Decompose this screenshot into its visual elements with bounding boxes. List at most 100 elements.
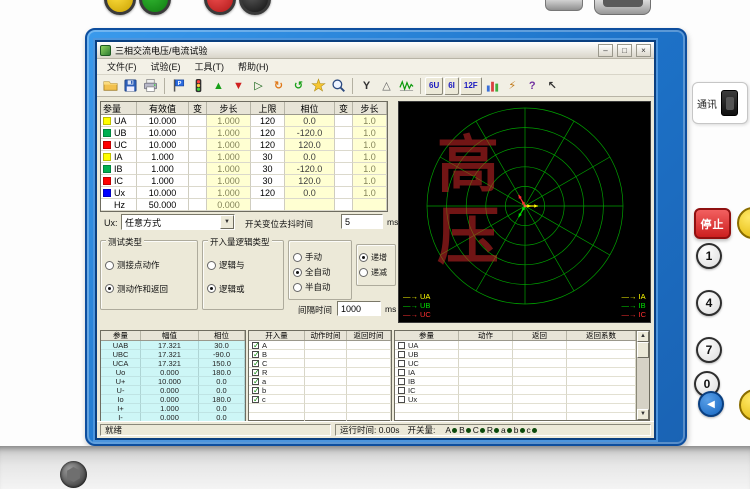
di-checkbox[interactable]: ✓ (252, 396, 259, 403)
radio-option[interactable]: 测动作和返回 (105, 283, 193, 295)
var-flag-cell[interactable] (335, 115, 353, 127)
phase-value-cell[interactable]: 0.0 (285, 115, 335, 127)
print-icon[interactable] (141, 77, 160, 95)
action-checkbox[interactable] (398, 396, 405, 403)
var-flag-cell[interactable] (189, 187, 207, 199)
step-value-cell[interactable]: 1.000 (207, 187, 251, 199)
di-checkbox[interactable]: ✓ (252, 351, 259, 358)
step-value-cell[interactable]: 1.000 (207, 151, 251, 163)
save-icon[interactable] (121, 77, 140, 95)
terminal-button-yellow[interactable] (104, 0, 136, 15)
limit-value-cell[interactable]: 120 (251, 187, 285, 199)
step-value-cell[interactable]: 1.000 (207, 139, 251, 151)
menu-item[interactable]: 试验(E) (144, 59, 188, 75)
step-up-icon[interactable]: ▲ (209, 77, 228, 95)
action-checkbox[interactable] (398, 378, 405, 385)
var-flag-cell[interactable] (189, 163, 207, 175)
vector-triangle-icon[interactable]: △ (377, 77, 396, 95)
limit-value-cell[interactable]: 120 (251, 127, 285, 139)
context-help-icon[interactable]: ↖ (543, 77, 562, 95)
var-flag-cell[interactable] (335, 127, 353, 139)
open-icon[interactable] (101, 77, 120, 95)
rms-value-cell[interactable]: 1.000 (137, 163, 189, 175)
keypad-button-4[interactable]: 4 (696, 290, 722, 316)
radio-option[interactable]: 逻辑与 (207, 259, 279, 271)
backspace-key[interactable]: ◀ (698, 391, 724, 417)
chevron-down-icon[interactable]: ▼ (220, 215, 234, 229)
var-flag-cell[interactable] (335, 151, 353, 163)
scrollbar-thumb[interactable] (637, 342, 649, 358)
terminal-button-red[interactable] (204, 0, 236, 15)
zoom-icon[interactable] (329, 77, 348, 95)
action-checkbox[interactable] (398, 342, 405, 349)
phase-step-cell[interactable]: 1.0 (353, 151, 387, 163)
radio-option[interactable]: 手动 (293, 251, 347, 263)
var-flag-cell[interactable] (189, 175, 207, 187)
di-checkbox[interactable]: ✓ (252, 360, 259, 367)
radio-option[interactable]: 递减 (359, 267, 393, 278)
rms-value-cell[interactable]: 50.000 (137, 199, 189, 211)
chart-icon[interactable] (483, 77, 502, 95)
limit-value-cell[interactable]: 120 (251, 139, 285, 151)
debounce-time-input[interactable]: 5 (341, 214, 383, 229)
y-axis-icon[interactable]: Y (357, 77, 376, 95)
step-value-cell[interactable]: 1.000 (207, 127, 251, 139)
action-checkbox[interactable] (398, 351, 405, 358)
radio-option[interactable]: 全自动 (293, 266, 347, 278)
step-down-icon[interactable]: ▼ (229, 77, 248, 95)
mode-6i-button[interactable]: 6I (444, 77, 459, 95)
action-checkbox[interactable] (398, 387, 405, 394)
radio-option[interactable]: 测接点动作 (105, 259, 193, 271)
phase-step-cell[interactable] (353, 199, 387, 211)
phase-step-cell[interactable]: 1.0 (353, 175, 387, 187)
var-flag-cell[interactable] (189, 151, 207, 163)
keypad-button-partial[interactable] (739, 389, 750, 421)
var-flag-cell[interactable] (335, 175, 353, 187)
menu-item[interactable]: 帮助(H) (231, 59, 276, 75)
stop-button[interactable]: 停止 (694, 208, 731, 239)
phase-value-cell[interactable]: -120.0 (285, 163, 335, 175)
terminal-button-green[interactable] (139, 0, 171, 15)
limit-value-cell[interactable]: 30 (251, 151, 285, 163)
radio-option[interactable]: 半自动 (293, 281, 347, 293)
waveform-icon[interactable] (397, 77, 416, 95)
phase-value-cell[interactable]: 0.0 (285, 187, 335, 199)
scroll-up-button[interactable]: ▲ (637, 331, 649, 342)
close-button[interactable]: × (636, 44, 651, 57)
rms-value-cell[interactable]: 1.000 (137, 175, 189, 187)
var-flag-cell[interactable] (189, 127, 207, 139)
var-flag-cell[interactable] (189, 199, 207, 211)
radio-option[interactable]: 递增 (359, 252, 393, 263)
rms-value-cell[interactable]: 10.000 (137, 139, 189, 151)
signal-light-icon[interactable] (189, 77, 208, 95)
ux-mode-select[interactable]: 任意方式 ▼ (121, 214, 235, 230)
rms-value-cell[interactable]: 1.000 (137, 151, 189, 163)
var-flag-cell[interactable] (335, 187, 353, 199)
phase-value-cell[interactable]: 120.0 (285, 175, 335, 187)
phase-step-cell[interactable]: 1.0 (353, 127, 387, 139)
keypad-button-1[interactable]: 1 (696, 243, 722, 269)
cycle-icon[interactable]: ↻ (269, 77, 288, 95)
terminal-button-black[interactable] (239, 0, 271, 15)
var-flag-cell[interactable] (335, 139, 353, 151)
keypad-button-partial[interactable] (737, 207, 750, 239)
sync-icon[interactable]: ↺ (289, 77, 308, 95)
phase-step-cell[interactable]: 1.0 (353, 115, 387, 127)
start-test-icon[interactable]: ▷ (249, 77, 268, 95)
step-value-cell[interactable]: 0.000 (207, 199, 251, 211)
maximize-button[interactable]: □ (617, 44, 632, 57)
rms-value-cell[interactable]: 10.000 (137, 187, 189, 199)
report-flag-icon[interactable]: P (169, 77, 188, 95)
phase-value-cell[interactable]: 120.0 (285, 139, 335, 151)
di-checkbox[interactable]: ✓ (252, 369, 259, 376)
limit-value-cell[interactable] (251, 199, 285, 211)
limit-value-cell[interactable]: 30 (251, 163, 285, 175)
scroll-down-button[interactable]: ▼ (637, 409, 649, 420)
di-checkbox[interactable]: ✓ (252, 378, 259, 385)
di-checkbox[interactable]: ✓ (252, 387, 259, 394)
phase-step-cell[interactable]: 1.0 (353, 187, 387, 199)
rms-value-cell[interactable]: 10.000 (137, 127, 189, 139)
step-value-cell[interactable]: 1.000 (207, 115, 251, 127)
radio-option[interactable]: 逻辑或 (207, 283, 279, 295)
action-checkbox[interactable] (398, 369, 405, 376)
